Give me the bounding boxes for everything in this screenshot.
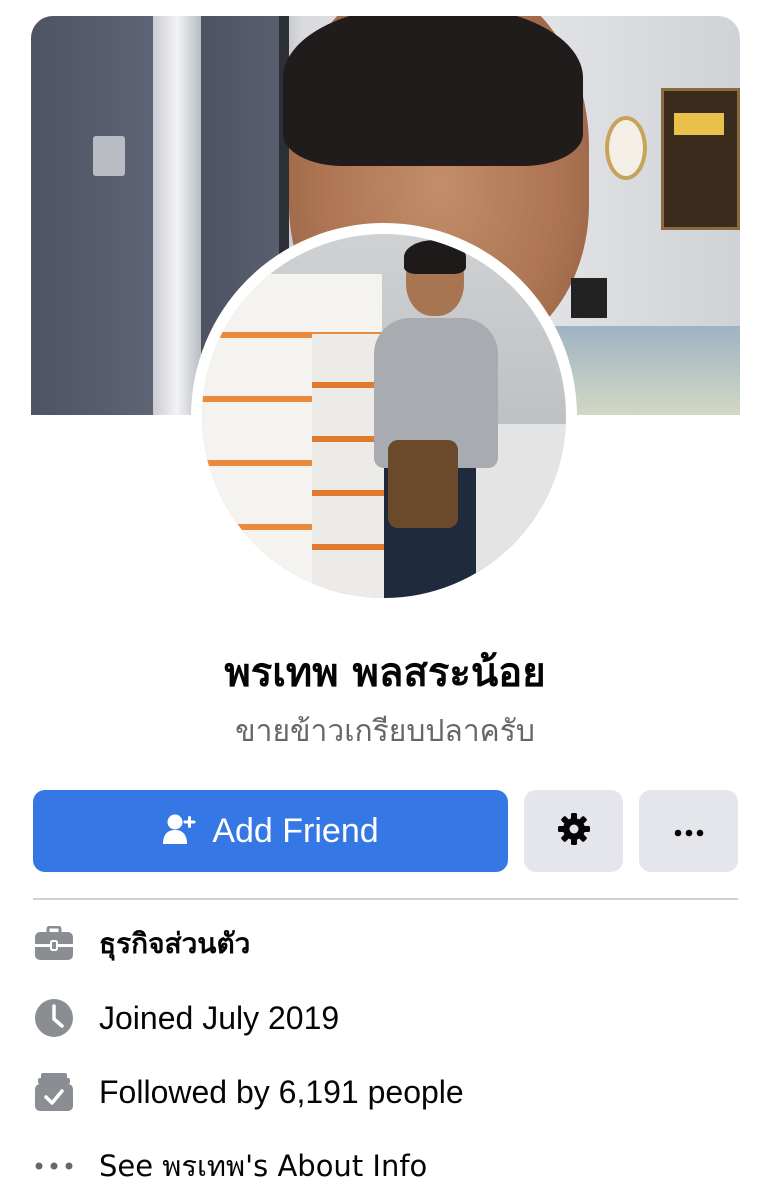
- profile-picture[interactable]: [202, 234, 566, 598]
- joined-text: Joined July 2019: [99, 999, 340, 1036]
- avatar-person-bag: [388, 440, 458, 528]
- more-dots-icon: [674, 822, 704, 841]
- profile-bio: ขายข้าวเกรียบปลาครับ: [235, 714, 535, 749]
- more-options-button[interactable]: [639, 790, 738, 872]
- followers-text: Followed by 6,191 people: [99, 1073, 464, 1110]
- avatar-person-hair: [404, 240, 466, 274]
- settings-button[interactable]: [524, 790, 623, 872]
- briefcase-icon: [33, 923, 75, 965]
- cover-clock: [605, 116, 647, 180]
- add-friend-button[interactable]: Add Friend: [33, 790, 508, 872]
- add-friend-label: Add Friend: [212, 811, 379, 850]
- profile-name: พรเทพ พลสระน้อย: [224, 650, 546, 696]
- cover-shop-sign: [661, 88, 740, 230]
- ellipsis-icon: [33, 1145, 75, 1187]
- work-row: ธุรกิจส่วนตัว: [33, 919, 738, 969]
- person-plus-icon: [162, 812, 198, 850]
- followers-check-icon: [33, 1071, 75, 1113]
- gear-icon: [557, 812, 591, 850]
- about-info-row[interactable]: See พรเทพ's About Info: [33, 1141, 738, 1191]
- cover-counter: [551, 326, 740, 415]
- clock-icon: [33, 997, 75, 1039]
- cover-hair: [283, 16, 583, 166]
- about-info-link[interactable]: See พรเทพ's About Info: [99, 1143, 427, 1189]
- cover-pipe: [153, 16, 201, 415]
- divider: [33, 898, 738, 900]
- cover-monitor: [571, 278, 607, 318]
- followers-row[interactable]: Followed by 6,191 people: [33, 1067, 738, 1117]
- joined-row: Joined July 2019: [33, 993, 738, 1043]
- cover-wall-box: [93, 136, 125, 176]
- work-text: ธุรกิจส่วนตัว: [99, 927, 251, 960]
